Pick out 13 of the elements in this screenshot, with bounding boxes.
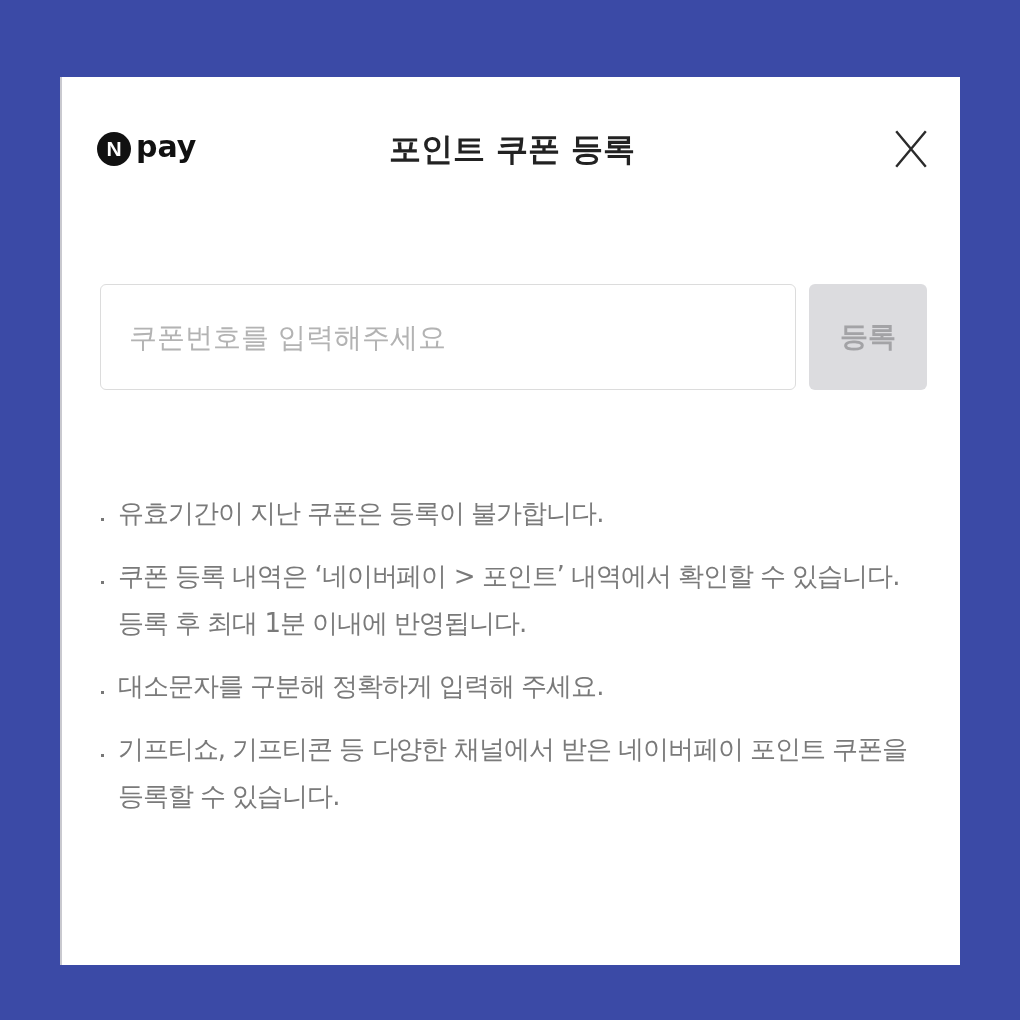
close-icon[interactable] (895, 130, 927, 168)
coupon-input-field[interactable]: 쿠폰번호를 입력해주세요 (100, 284, 796, 390)
note-text: 대소문자를 구분해 정확하게 입력해 주세요. (118, 670, 605, 703)
bullet-icon (101, 691, 104, 694)
bullet-icon (101, 518, 104, 521)
bullet-icon (101, 581, 104, 584)
note-text: 쿠폰 등록 내역은 ‘네이버페이 > 포인트’ 내역에서 확인할 수 있습니다. 등록 후 최대 1분 이내에 반영됩니다. (118, 560, 901, 640)
logo-text: pay (136, 129, 197, 166)
note-text: 유효기간이 지난 쿠폰은 등록이 불가합니다. (118, 497, 605, 530)
logo-mark: N (97, 132, 131, 166)
bullet-icon (101, 754, 104, 757)
dialog-title: 포인트 쿠폰 등록 (388, 129, 636, 170)
note-text: 기프티쇼, 기프티콘 등 다양한 채널에서 받은 네이버페이 포인트 쿠폰을 등록할 수 있습니다. (118, 733, 908, 813)
